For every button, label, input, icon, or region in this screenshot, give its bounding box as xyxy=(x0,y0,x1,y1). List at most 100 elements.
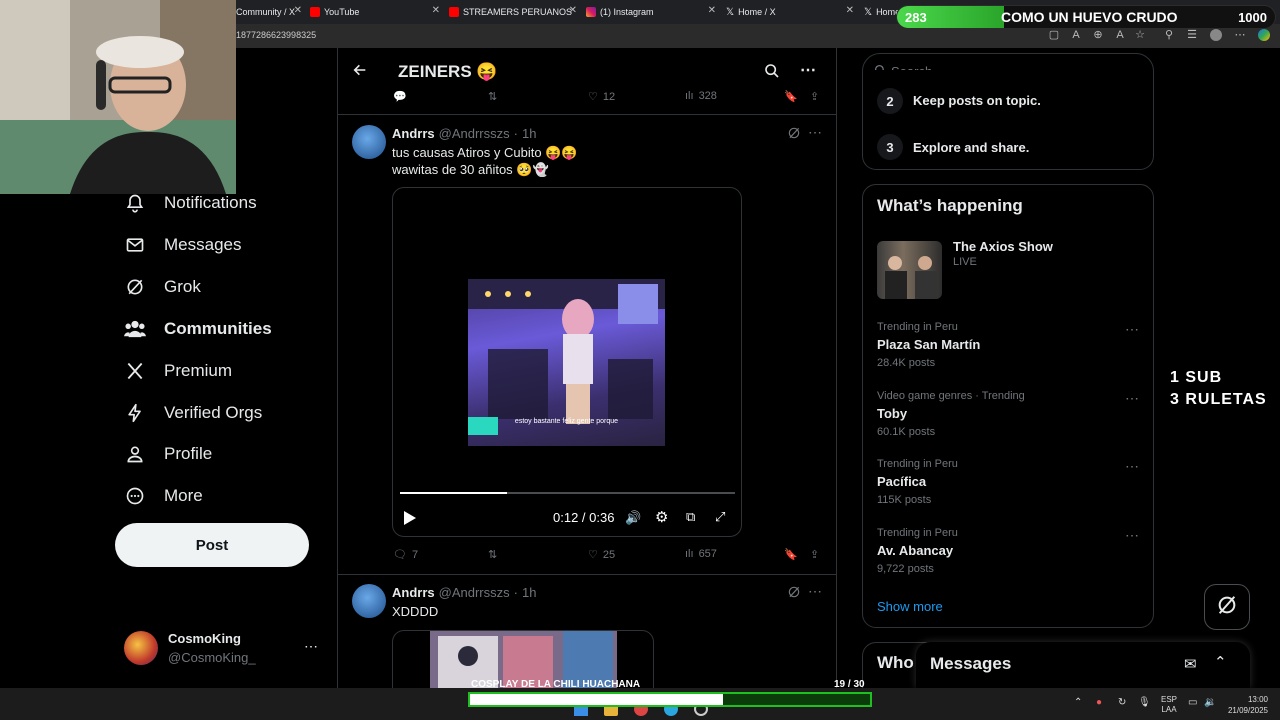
author-name[interactable]: Andrrs xyxy=(392,126,435,141)
favorite-star-icon[interactable]: ☆ xyxy=(1134,29,1146,41)
close-tab-icon[interactable]: ✕ xyxy=(569,5,577,16)
tab-home-x[interactable]: 𝕏 Home / X ✕ xyxy=(726,3,854,21)
post-button[interactable]: Post xyxy=(115,523,309,567)
repost-icon[interactable]: ⇅ xyxy=(488,90,497,103)
instagram-icon xyxy=(586,7,596,17)
nav-premium[interactable]: Premium xyxy=(124,360,232,382)
views-button[interactable]: ılı 657 xyxy=(685,548,717,560)
bookmark-icon[interactable]: 🔖 xyxy=(784,90,798,103)
post-more-icon[interactable]: ⋯ xyxy=(808,124,822,141)
network-icon[interactable]: ▭ xyxy=(1188,697,1197,708)
new-message-icon[interactable]: ✉ xyxy=(1184,655,1197,673)
trend-more-icon[interactable]: ⋯ xyxy=(1125,390,1140,407)
trend-item[interactable]: Trending in Peru Plaza San Martín 28.4K … xyxy=(877,321,980,369)
tab-youtube[interactable]: YouTube ✕ xyxy=(310,3,440,21)
favorites-icon[interactable]: ☰ xyxy=(1186,29,1198,41)
rule-text: Explore and share. xyxy=(913,140,1030,155)
fullscreen-icon[interactable]: ⤢ xyxy=(715,509,725,525)
back-arrow-icon[interactable] xyxy=(352,62,368,83)
volume-icon[interactable]: 🔉 xyxy=(1204,697,1216,708)
trend-name: Plaza San Martín xyxy=(877,337,981,352)
author-handle[interactable]: @Andrrsszs xyxy=(439,126,510,141)
post-time[interactable]: 1h xyxy=(522,126,536,141)
views-button[interactable]: ılı 328 xyxy=(685,90,717,102)
tab-instagram[interactable]: (1) Instagram ✕ xyxy=(586,3,716,21)
show-more-link[interactable]: Show more xyxy=(877,599,943,614)
search-icon[interactable] xyxy=(764,63,780,84)
install-icon[interactable]: ▢ xyxy=(1048,29,1060,41)
heart-icon: ♡ xyxy=(588,549,598,561)
nav-messages[interactable]: Messages xyxy=(124,234,241,256)
clock[interactable]: 13:00 21/09/2025 xyxy=(1220,694,1268,716)
tab-streamers[interactable]: STREAMERS PERUANOS ✕ xyxy=(449,3,577,21)
grok-floating-button[interactable] xyxy=(1204,584,1250,630)
translate-icon[interactable]: A xyxy=(1070,29,1082,41)
nav-communities[interactable]: Communities xyxy=(124,318,272,340)
nav-label: Verified Orgs xyxy=(164,403,263,422)
profile-avatar-icon[interactable] xyxy=(1210,29,1222,41)
tab-community[interactable]: Community / X ✕ xyxy=(236,3,302,21)
copilot-icon[interactable] xyxy=(1258,29,1270,41)
reply-icon[interactable]: 💬 xyxy=(393,90,407,103)
zoom-icon[interactable]: ⊕ xyxy=(1092,29,1104,41)
nav-grok[interactable]: Grok xyxy=(124,276,201,298)
account-menu-icon[interactable]: ⋯ xyxy=(304,638,318,655)
share-icon[interactable]: ⇪ xyxy=(810,90,819,103)
author-handle[interactable]: @Andrrsszs xyxy=(439,585,510,600)
trend-more-icon[interactable]: ⋯ xyxy=(1125,458,1140,475)
tab-label: Community / X xyxy=(236,7,296,17)
post-time[interactable]: 1h xyxy=(522,585,536,600)
like-count: 12 xyxy=(602,90,616,103)
grok-icon xyxy=(1216,594,1238,621)
close-tab-icon[interactable]: ✕ xyxy=(432,5,440,16)
nav-more[interactable]: More xyxy=(124,485,203,507)
post-avatar[interactable] xyxy=(352,125,386,159)
picture-in-picture-icon[interactable]: ⧉ xyxy=(686,509,695,525)
messages-drawer[interactable]: Messages ✉ ⌃ xyxy=(916,642,1250,688)
trend-item[interactable]: Video game genres · Trending Toby 60.1K … xyxy=(877,390,1025,438)
close-tab-icon[interactable]: ✕ xyxy=(708,5,716,16)
video-progress-track[interactable] xyxy=(400,492,735,494)
tray-chevron-icon[interactable]: ⌃ xyxy=(1074,697,1082,708)
language-indicator[interactable]: ESP LAA xyxy=(1161,695,1177,715)
video-player[interactable]: estoy bastante feliz gente porque 0:12 /… xyxy=(392,187,742,537)
tray-sync-icon[interactable]: ↻ xyxy=(1118,697,1126,708)
tray-app-icon[interactable]: ● xyxy=(1096,697,1102,708)
post-more-icon[interactable]: ⋯ xyxy=(808,583,822,600)
settings-gear-icon[interactable]: ⚙ xyxy=(655,508,668,526)
url-text[interactable]: 1877286623998325 xyxy=(236,30,316,40)
featured-thumbnail[interactable] xyxy=(877,241,942,299)
nav-notifications[interactable]: Notifications xyxy=(124,192,257,214)
read-aloud-icon[interactable]: A xyxy=(1114,29,1126,41)
like-button[interactable]: ♡ 25 xyxy=(588,548,615,562)
community-rules-card: 2 Keep posts on topic. 3 Explore and sha… xyxy=(862,70,1154,170)
account-avatar[interactable] xyxy=(124,631,158,665)
play-icon[interactable] xyxy=(403,510,417,531)
microphone-icon[interactable]: 🎙 xyxy=(1138,697,1151,708)
close-tab-icon[interactable]: ✕ xyxy=(846,5,854,16)
close-tab-icon[interactable]: ✕ xyxy=(294,5,302,16)
bookmark-icon[interactable]: 🔖 xyxy=(784,548,798,561)
expand-chevrons-icon[interactable]: ⌃ xyxy=(1214,653,1227,671)
trend-item[interactable]: Trending in Peru Av. Abancay 9,722 posts xyxy=(877,527,958,575)
trend-item[interactable]: Trending in Peru Pacífica 115K posts xyxy=(877,458,958,506)
featured-title[interactable]: The Axios Show xyxy=(953,239,1053,254)
trend-more-icon[interactable]: ⋯ xyxy=(1125,321,1140,338)
reply-button[interactable]: 🗨 7 xyxy=(393,548,418,562)
grok-icon[interactable] xyxy=(787,126,801,145)
separator: · xyxy=(513,585,518,600)
trend-more-icon[interactable]: ⋯ xyxy=(1125,527,1140,544)
grok-icon[interactable] xyxy=(787,585,801,604)
like-button[interactable]: ♡ 12 xyxy=(588,90,616,104)
share-icon[interactable]: ⇪ xyxy=(810,548,819,561)
repost-icon[interactable]: ⇅ xyxy=(488,548,497,561)
browser-menu-icon[interactable]: ⋯ xyxy=(1234,29,1246,41)
extensions-icon[interactable]: ⚲ xyxy=(1163,29,1175,41)
header-more-icon[interactable]: ⋯ xyxy=(800,60,816,80)
youtube-icon xyxy=(449,7,459,17)
nav-verified-orgs[interactable]: Verified Orgs xyxy=(124,402,262,424)
nav-profile[interactable]: Profile xyxy=(124,443,212,465)
author-name[interactable]: Andrrs xyxy=(392,585,435,600)
post-avatar[interactable] xyxy=(352,584,386,618)
volume-icon[interactable]: 🔊 xyxy=(625,510,641,526)
